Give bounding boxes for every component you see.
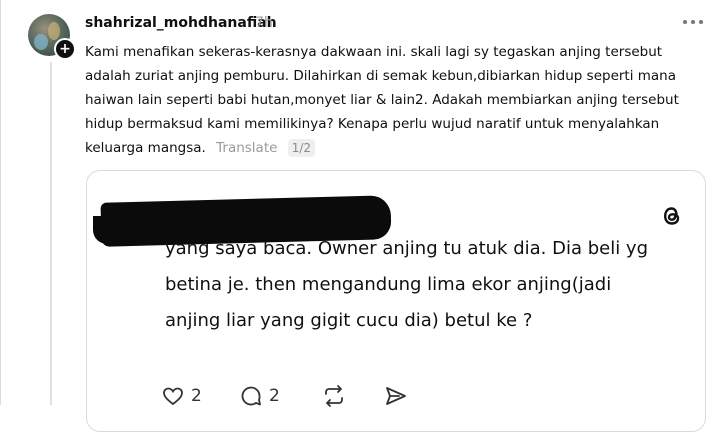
quoted-post-card[interactable]: ariffan9 yang saya baca. Owner anjing tu…	[86, 170, 706, 432]
more-icon[interactable]	[681, 15, 705, 29]
left-border	[0, 0, 1, 405]
like-count: 2	[191, 386, 202, 406]
like-button[interactable]: 2	[161, 381, 202, 411]
share-button[interactable]	[383, 381, 409, 411]
threads-logo-icon[interactable]	[659, 203, 685, 229]
redaction-mark	[93, 216, 153, 244]
quoted-post-text: yang saya baca. Owner anjing tu atuk dia…	[165, 238, 649, 331]
thread-line	[50, 62, 52, 405]
username[interactable]: shahrizal_mohdhanafiah	[85, 14, 277, 32]
comment-icon	[241, 386, 261, 406]
page-indicator: 1/2	[287, 139, 316, 157]
translate-link[interactable]: Translate	[216, 140, 277, 156]
timestamp: 7h	[255, 15, 273, 31]
repost-icon	[325, 385, 343, 407]
reply-button[interactable]: 2	[239, 381, 280, 411]
post-text: Kami menafikan sekeras-kerasnya dakwaan …	[85, 40, 705, 160]
avatar-detail	[48, 22, 60, 40]
avatar-detail	[34, 34, 48, 50]
post-body: Kami menafikan sekeras-kerasnya dakwaan …	[85, 44, 679, 156]
follow-plus-icon[interactable]: +	[54, 38, 76, 60]
reply-count: 2	[269, 386, 280, 406]
heart-icon	[163, 387, 183, 406]
repost-button[interactable]	[321, 381, 347, 411]
share-icon	[386, 387, 406, 405]
